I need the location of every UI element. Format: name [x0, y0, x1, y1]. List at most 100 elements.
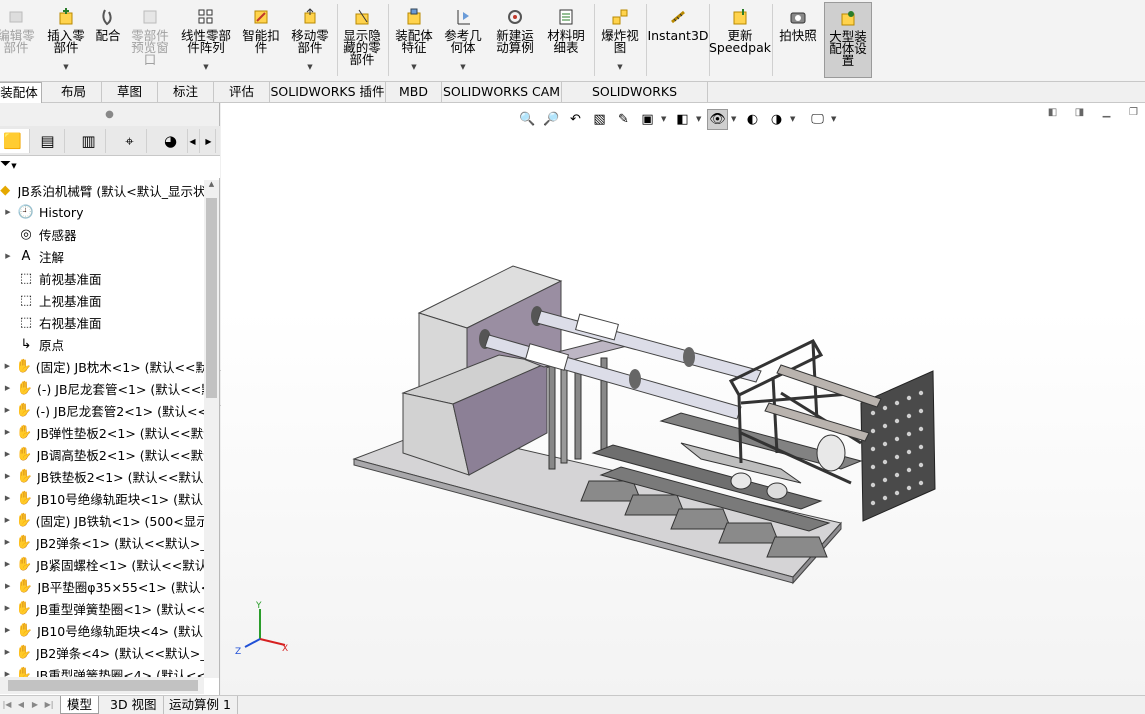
tab-sketch[interactable]: 草图 — [102, 82, 158, 103]
dropdown-arrow-icon[interactable]: ▼ — [203, 61, 208, 73]
tab-3d-views[interactable]: 3D 视图 — [104, 696, 164, 714]
tabs-right-arrow[interactable]: ▶ — [202, 129, 216, 153]
tree-item[interactable]: ↳ 原点 — [0, 333, 204, 355]
tab-solidworks-inspection[interactable]: SOLIDWORKS Inspection — [562, 82, 708, 119]
configuration-manager-tab[interactable]: ▥ — [72, 129, 106, 153]
tree-item[interactable]: ▶ ✋ (固定) JB铁轨<1> (500<显示状 — [0, 509, 204, 531]
first-tab-icon[interactable]: |◀ — [0, 698, 14, 712]
last-tab-icon[interactable]: ▶| — [42, 698, 56, 712]
exploded-view-button[interactable]: 爆炸视 图 ▼ — [597, 2, 643, 78]
update-speedpak-button[interactable]: 更新 Speedpak — [709, 2, 771, 78]
tree-item[interactable]: ▶ 🕘 History — [0, 201, 204, 223]
scrollbar-thumb[interactable] — [206, 198, 217, 398]
tab-solidworks-addins[interactable]: SOLIDWORKS 插件 — [270, 82, 386, 103]
expand-arrow-icon[interactable]: ▶ — [0, 406, 15, 414]
tab-solidworks-cam[interactable]: SOLIDWORKS CAM — [442, 82, 562, 103]
dropdown-arrow-icon[interactable]: ▼ — [617, 61, 622, 73]
tree-item[interactable]: ▶ ✋ (-) JB尼龙套管2<1> (默认<<默 — [0, 399, 204, 421]
tree-item[interactable]: ▶ ✋ JB重型弹簧垫圈<1> (默认<<默 — [0, 597, 204, 619]
tree-item[interactable]: ▶ ✋ JB2弹条<4> (默认<<默认>_显 — [0, 641, 204, 663]
insert-component-button[interactable]: 插入零 部件 ▼ — [42, 2, 90, 78]
tree-item[interactable]: ▶ A 注解 — [0, 245, 204, 267]
tree-item-label: JB紧固螺栓<1> (默认<<默认> — [36, 557, 204, 573]
tab-layout[interactable]: 布局 — [46, 82, 102, 103]
tab-annotation[interactable]: 标注 — [158, 82, 214, 103]
dropdown-arrow-icon[interactable]: ▼ — [307, 61, 312, 73]
tree-item[interactable]: ▶ ✋ JB10号绝缘轨距块<1> (默认< — [0, 487, 204, 509]
snapshot-button[interactable]: 拍快照 — [775, 2, 821, 78]
reference-geometry-button[interactable]: 参考几 何体 ▼ — [441, 2, 485, 78]
mate-button[interactable]: 配合 — [92, 2, 124, 78]
tree-item[interactable]: ◎ 传感器 — [0, 223, 204, 245]
next-tab-icon[interactable]: ▶ — [28, 698, 42, 712]
tab-motion-study-1[interactable]: 运动算例 1 — [163, 696, 238, 714]
expand-arrow-icon[interactable]: ▶ — [0, 516, 15, 524]
feature-manager-tab[interactable]: 🟨 — [0, 129, 30, 153]
component-preview-button[interactable]: 零部件 预览窗 口 — [128, 2, 172, 78]
linear-pattern-button[interactable]: 线性零部 件阵列 ▼ — [177, 2, 235, 78]
dimxpert-manager-tab[interactable]: ⌖ — [113, 129, 147, 153]
tree-item[interactable]: ▶ ✋ (固定) JB枕木<1> (默认<<默认 — [0, 355, 204, 377]
expand-arrow-icon[interactable]: ▶ — [0, 450, 15, 458]
chevron-up-icon[interactable]: ▲ — [204, 180, 219, 188]
tree-item[interactable]: ⬚ 右视基准面 — [0, 311, 204, 333]
large-assembly-settings-button[interactable]: 大型装 配体设 置 — [824, 2, 872, 78]
property-manager-tab[interactable]: ▤ — [31, 129, 65, 153]
tree-item[interactable]: ▶ ✋ JB调高垫板2<1> (默认<<默认 — [0, 443, 204, 465]
graphics-area[interactable]: 🔍 🔎 ↶ ▧ ✎ ▣ ▼ ◧ ▼ 👁 ▼ ◐ ◑ ▼ 🖵 ▼ ◧ ◨ ▁ ❐ — [221, 103, 1145, 695]
expand-arrow-icon[interactable]: ▶ — [0, 208, 16, 216]
expand-arrow-icon[interactable]: ▶ — [0, 472, 15, 480]
tab-mbd[interactable]: MBD — [386, 82, 442, 103]
dropdown-arrow-icon[interactable]: ▼ — [63, 61, 68, 73]
tree-item[interactable]: ▶ ✋ JB10号绝缘轨距块<4> (默认< — [0, 619, 204, 641]
tree-item[interactable]: ⬚ 上视基准面 — [0, 289, 204, 311]
tab-evaluate[interactable]: 评估 — [214, 82, 270, 103]
expand-arrow-icon[interactable]: ▶ — [0, 362, 15, 370]
smart-fasteners-button[interactable]: 智能扣 件 — [239, 2, 283, 78]
expand-arrow-icon[interactable]: ▶ — [0, 428, 15, 436]
expand-arrow-icon[interactable]: ▶ — [0, 494, 15, 502]
bill-of-materials-button[interactable]: 材料明 细表 — [543, 2, 589, 78]
tree-item-label: JB重型弹簧垫圈<1> (默认<<默 — [35, 601, 204, 617]
tab-assembly[interactable]: 装配体 — [0, 82, 42, 103]
expand-arrow-icon[interactable]: ▶ — [0, 670, 15, 677]
tree-horizontal-scrollbar[interactable] — [0, 677, 204, 694]
show-hidden-components-button[interactable]: 显示隐 藏的零 部件 — [340, 2, 384, 78]
tree-item[interactable]: ▶ ✋ JB2弹条<1> (默认<<默认>_显 — [0, 531, 204, 553]
new-motion-study-button[interactable]: 新建运 动算例 — [492, 2, 538, 78]
expand-arrow-icon[interactable]: ▶ — [0, 538, 15, 546]
tree-item[interactable]: ▶ ✋ JB平垫圈φ35×55<1> (默认< — [0, 575, 204, 597]
tree-item[interactable]: ⬚ 前视基准面 — [0, 267, 204, 289]
move-component-button[interactable]: 移动零 部件 ▼ — [288, 2, 332, 78]
part-icon: ✋ — [15, 402, 32, 418]
expand-arrow-icon[interactable]: ▶ — [0, 384, 15, 392]
expand-arrow-icon[interactable]: ▶ — [0, 582, 15, 590]
tree-item[interactable]: ▶ ✋ JB重型弹簧垫圈<4> (默认<<默 — [0, 663, 204, 678]
tree-item[interactable]: ▶ ✋ JB铁垫板2<1> (默认<<默认> — [0, 465, 204, 487]
expand-arrow-icon[interactable]: ▶ — [0, 604, 15, 612]
expand-arrow-icon[interactable]: ▶ — [0, 626, 15, 634]
tree-root[interactable]: ◆ JB系泊机械臂 (默认<默认_显示状态 — [0, 179, 204, 201]
part-icon: ✋ — [16, 424, 33, 440]
tree-item[interactable]: ▶ ✋ JB弹性垫板2<1> (默认<<默认 — [0, 421, 204, 443]
tab-model[interactable]: 模型 — [60, 696, 100, 714]
tree-item[interactable]: ▶ ✋ (-) JB尼龙套管<1> (默认<<默 — [0, 377, 204, 399]
tabs-left-arrow[interactable]: ◀ — [186, 129, 200, 153]
tree-item[interactable]: ▶ ✋ JB紧固螺栓<1> (默认<<默认> — [0, 553, 204, 575]
scrollbar-thumb[interactable] — [8, 680, 198, 691]
instant3d-button[interactable]: Instant3D — [647, 2, 709, 78]
dropdown-arrow-icon[interactable]: ▼ — [460, 61, 465, 73]
tree-filter[interactable]: ⏷▼ — [0, 156, 220, 178]
tree-vertical-scrollbar[interactable]: ▲ — [204, 180, 219, 678]
show-hidden-icon — [352, 6, 372, 28]
dropdown-arrow-icon[interactable]: ▼ — [411, 61, 416, 73]
panel-grip[interactable]: ● — [0, 103, 219, 126]
expand-arrow-icon[interactable]: ▶ — [0, 560, 15, 568]
assembly-model-render[interactable]: Y X Z — [221, 103, 1145, 695]
previous-tab-icon[interactable]: ◀ — [14, 698, 28, 712]
assembly-features-button[interactable]: 装配体 特征 ▼ — [392, 2, 436, 78]
expand-arrow-icon[interactable]: ▶ — [0, 252, 16, 260]
edit-component-button[interactable]: 编辑零 部件 — [0, 2, 38, 78]
display-manager-tab[interactable]: ◕ — [154, 129, 188, 153]
expand-arrow-icon[interactable]: ▶ — [0, 648, 15, 656]
